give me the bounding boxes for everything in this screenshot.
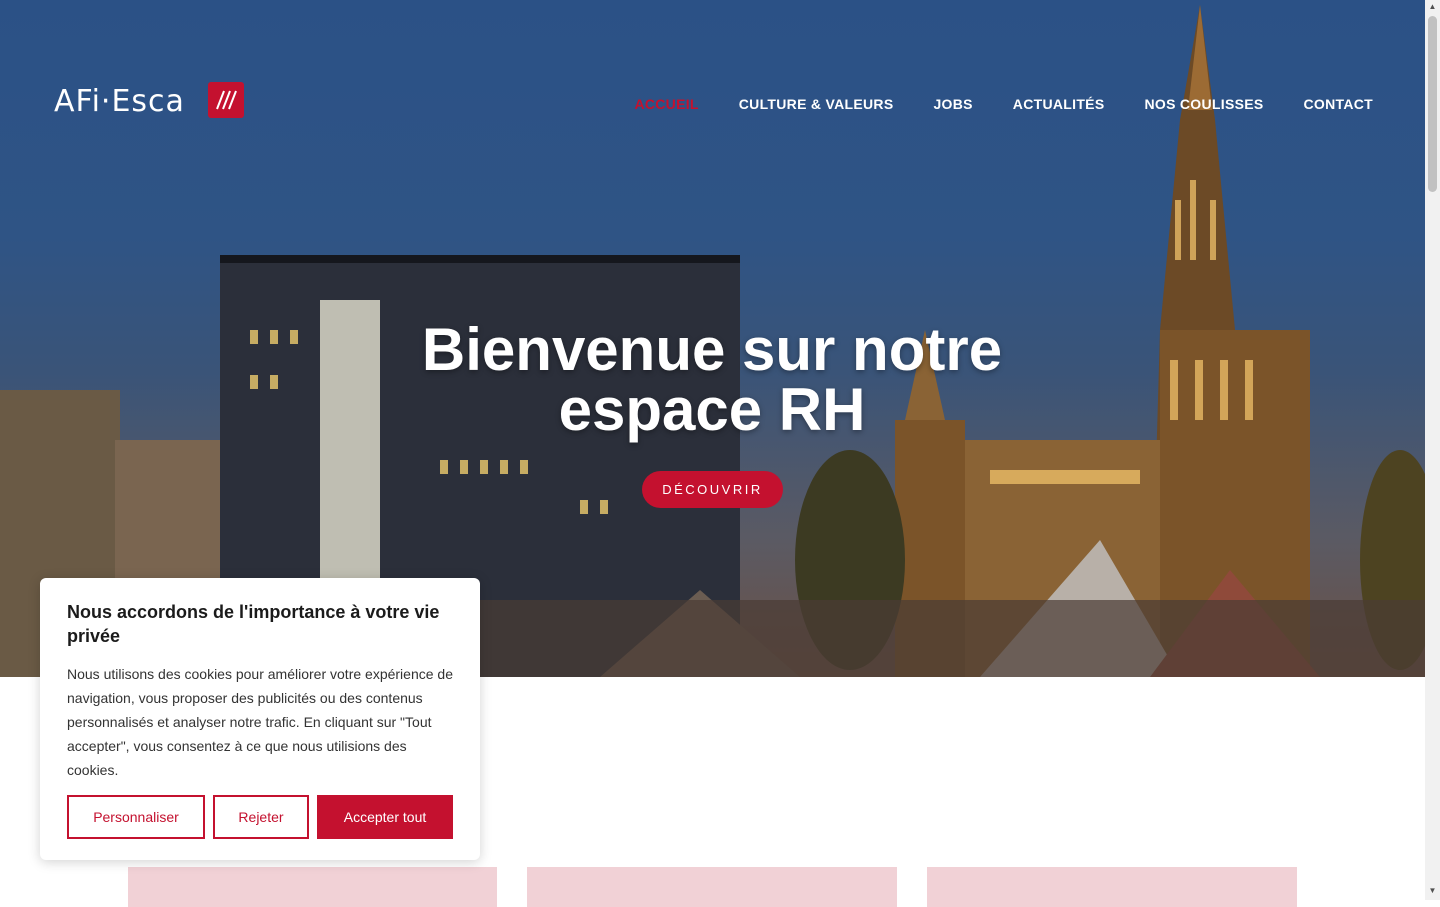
cookie-body: Nous utilisons des cookies pour améliore… [67, 666, 453, 778]
scroll-thumb[interactable] [1428, 16, 1437, 192]
cookie-consent-banner: Nous accordons de l'importance à votre v… [40, 578, 480, 860]
nav-item-accueil[interactable]: ACCUEIL [634, 96, 698, 112]
scroll-up-arrow-icon[interactable]: ▲ [1425, 2, 1440, 14]
cookie-title: Nous accordons de l'importance à votre v… [67, 602, 440, 646]
hero-banner: AFi·Esca ACCUEIL CULTURE & VALEURS JOBS … [0, 0, 1425, 677]
accept-all-button[interactable]: Accepter tout [317, 795, 453, 839]
content-card[interactable] [927, 867, 1297, 907]
nav-item-culture-valeurs[interactable]: CULTURE & VALEURS [739, 96, 894, 112]
nav-item-jobs[interactable]: JOBS [933, 96, 972, 112]
logo-wordmark: AFi·Esca [54, 84, 185, 119]
hero-title: Bienvenue sur notre espace RH [421, 316, 1003, 443]
main-navigation: ACCUEIL CULTURE & VALEURS JOBS ACTUALITÉ… [634, 96, 1373, 112]
nav-item-contact[interactable]: CONTACT [1304, 96, 1374, 112]
discover-button[interactable]: DÉCOUVRIR [642, 471, 783, 508]
nav-item-nos-coulisses[interactable]: NOS COULISSES [1144, 96, 1263, 112]
page-scrollbar[interactable]: ▲ ▼ [1425, 0, 1440, 900]
scroll-down-arrow-icon[interactable]: ▼ [1425, 886, 1440, 898]
content-card[interactable] [128, 867, 497, 907]
customize-button[interactable]: Personnaliser [67, 795, 205, 839]
cookie-actions: Personnaliser Rejeter Accepter tout [67, 795, 453, 839]
afi-esca-emblem-icon [208, 82, 244, 118]
reject-button[interactable]: Rejeter [213, 795, 309, 839]
nav-item-actualites[interactable]: ACTUALITÉS [1013, 96, 1105, 112]
content-card[interactable] [527, 867, 897, 907]
